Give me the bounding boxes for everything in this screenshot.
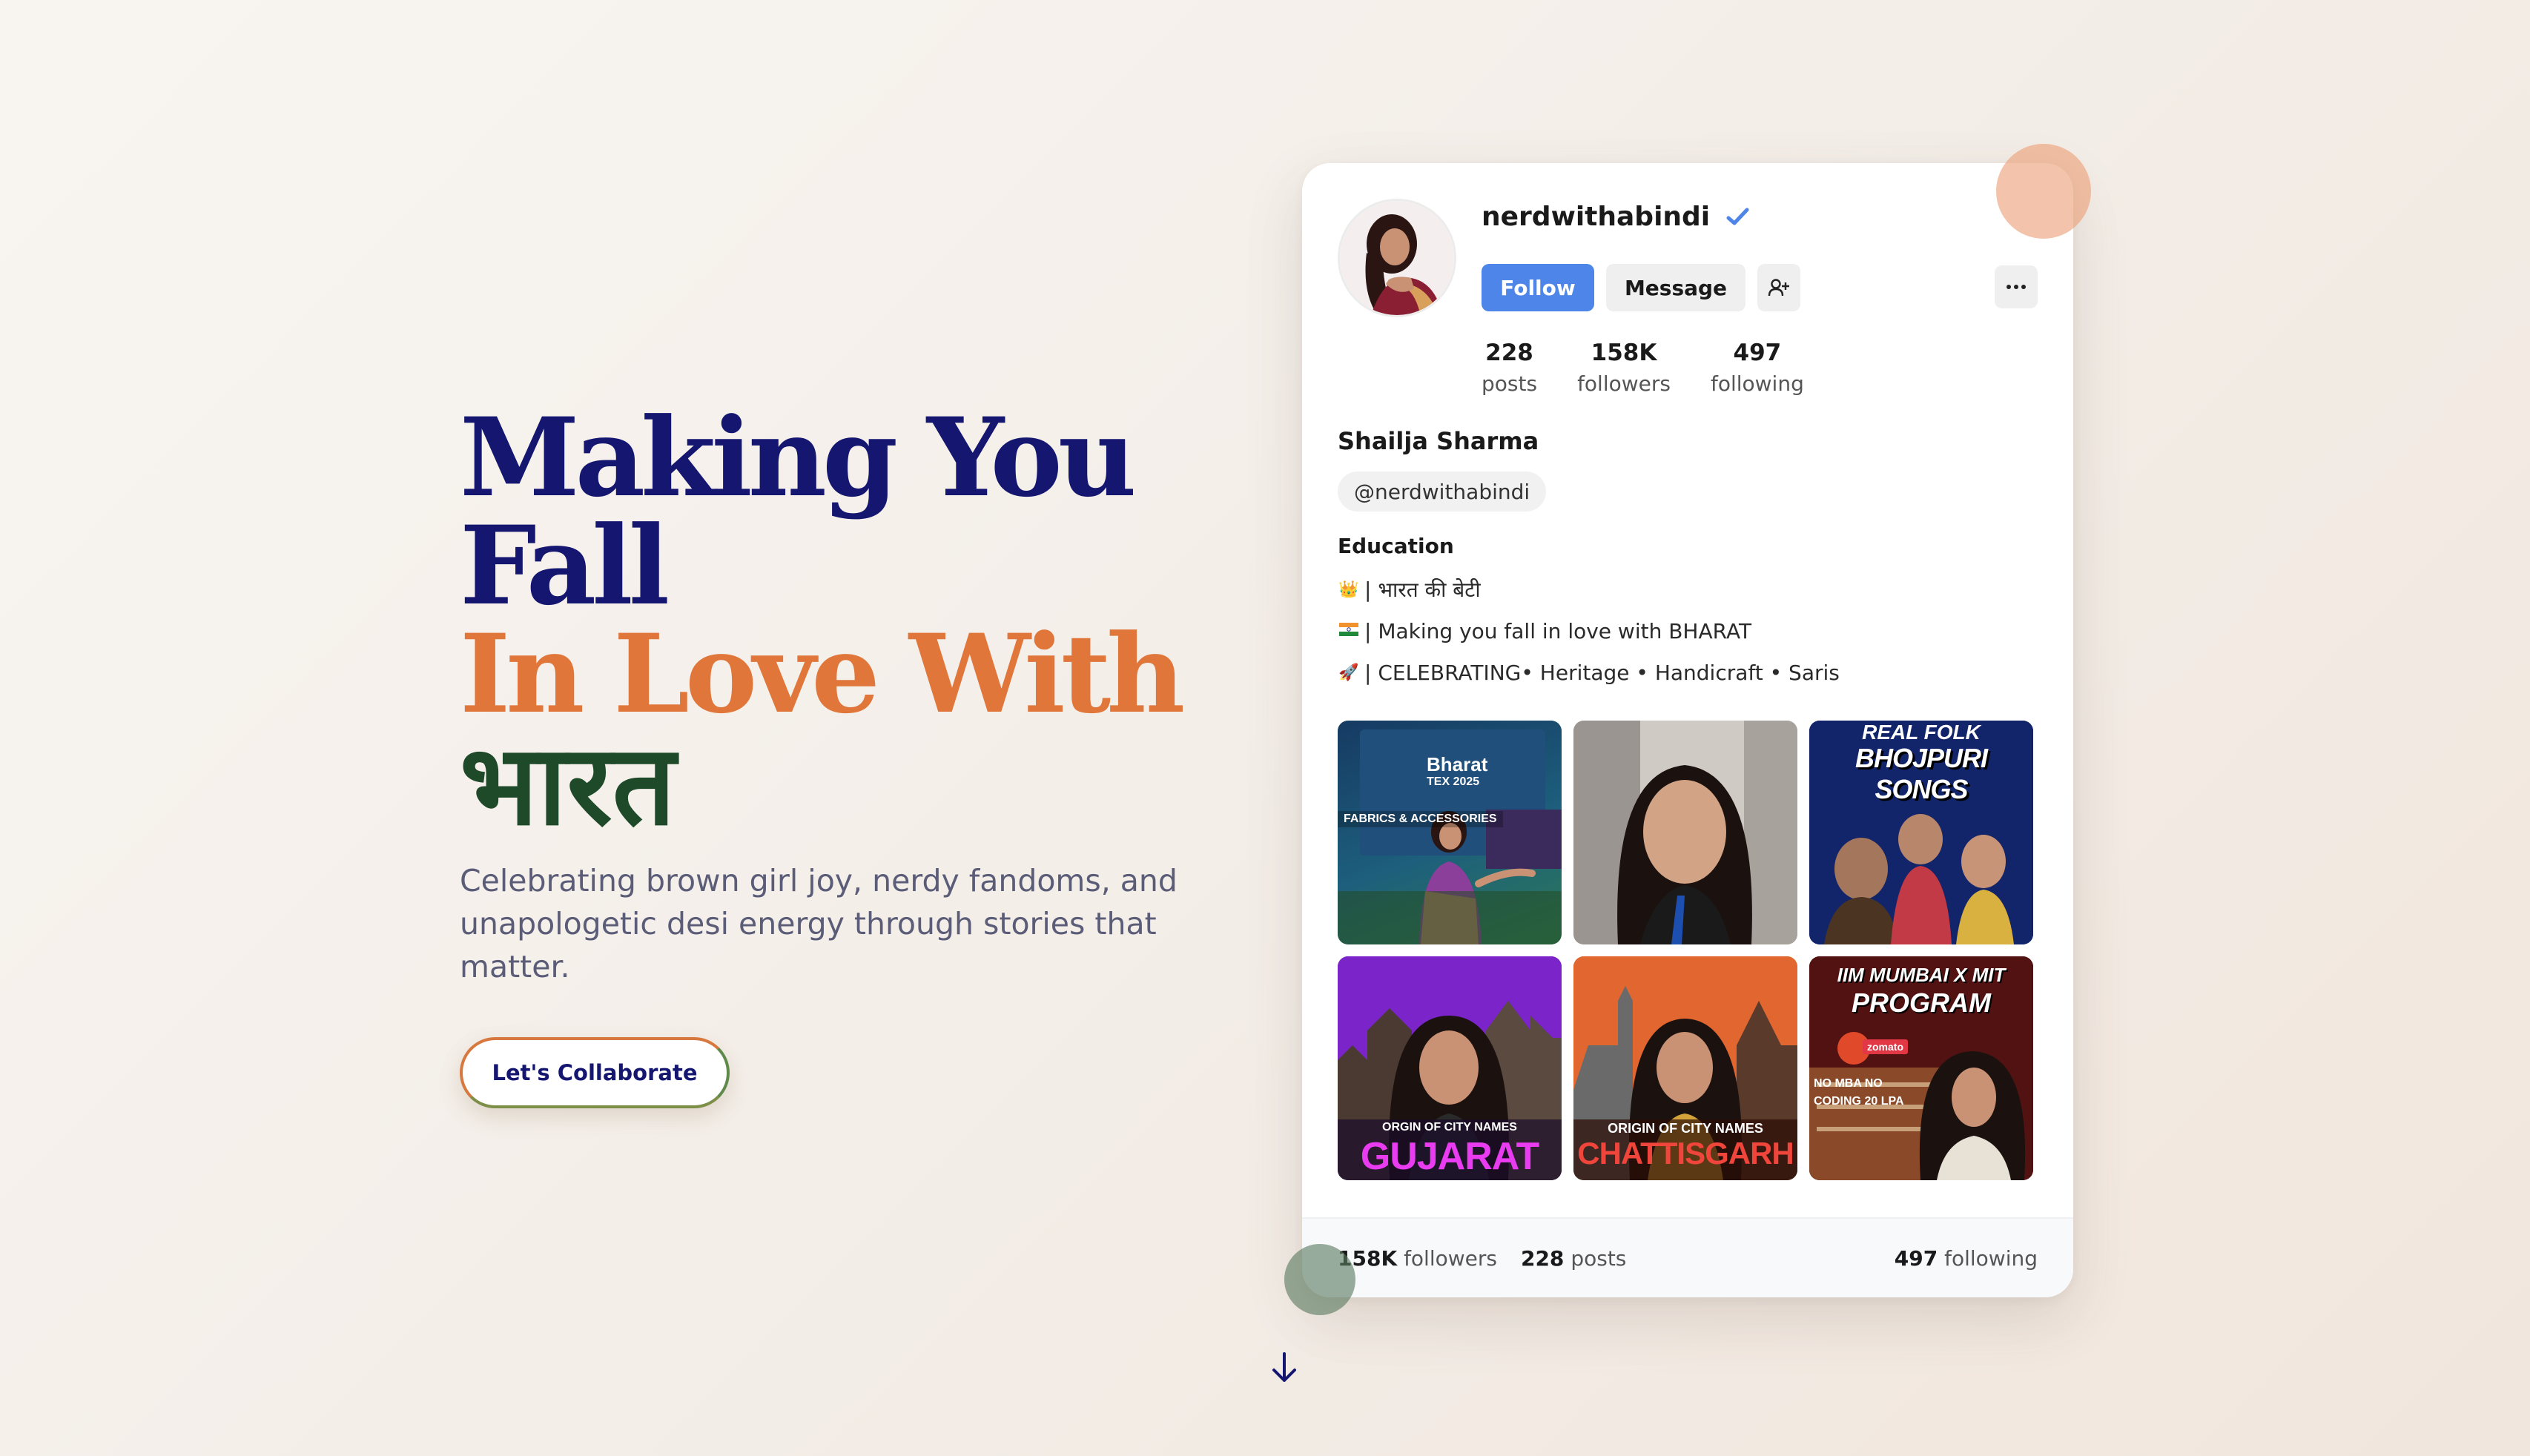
profile-category: Education: [1338, 534, 1454, 558]
profile-footer-stats: 158K followers 228 posts 497 following: [1302, 1217, 2073, 1297]
more-icon: [2007, 285, 2026, 289]
hero-title-line-4: भारत: [460, 720, 676, 850]
footer-posts-label: posts: [1570, 1245, 1627, 1271]
add-user-button[interactable]: [1757, 264, 1800, 311]
post-tile[interactable]: ORIGIN OF CITY NAMES CHATTISGARH: [1573, 956, 1797, 1180]
post-caption: REAL FOLK: [1862, 721, 1981, 744]
decorative-circle-green: [1284, 1244, 1355, 1315]
collaborate-button[interactable]: Let's Collaborate: [460, 1037, 730, 1108]
stat-following[interactable]: 497 following: [1711, 338, 1804, 400]
stat-followers-value: 158K: [1591, 340, 1657, 366]
bio-line: | Making you fall in love with BHARAT: [1338, 611, 1840, 652]
post-tile[interactable]: ORGIN OF CITY NAMES GUJARAT: [1338, 956, 1562, 1180]
post-caption: ORGIN OF CITY NAMES: [1382, 1121, 1517, 1134]
post-caption: PROGRAM: [1852, 987, 1991, 1018]
follow-button[interactable]: Follow: [1482, 264, 1594, 311]
stat-following-label: following: [1710, 371, 1804, 396]
post-caption: FABRICS & ACCESSORIES: [1338, 811, 1503, 827]
stat-following-value: 497: [1733, 340, 1782, 366]
footer-following: 497 following: [1895, 1246, 2038, 1271]
arrow-down-icon[interactable]: [1269, 1349, 1299, 1386]
hero-section: Making You Fall In Love With भारत Celebr…: [460, 404, 1275, 1108]
add-user-icon: [1768, 279, 1789, 297]
post-caption: CHATTISGARH: [1577, 1136, 1794, 1171]
post-tile[interactable]: IIM MUMBAI X MIT PROGRAM zomato NO MBA N…: [1809, 956, 2033, 1180]
profile-bio: 👑 | भारत की बेटी | Making you fall in lo…: [1338, 569, 1840, 694]
hero-title: Making You Fall In Love With भारत: [460, 394, 1275, 850]
more-options-button[interactable]: [1995, 265, 2038, 308]
footer-following-label: following: [1944, 1245, 2038, 1271]
post-caption: GUJARAT: [1360, 1135, 1539, 1178]
rocket-icon: 🚀: [1338, 664, 1359, 682]
footer-left-stats: 158K followers 228 posts: [1338, 1246, 1626, 1271]
post-caption: NO MBA NO CODING 20 LPA: [1814, 1077, 1904, 1108]
footer-followers: 158K followers: [1338, 1246, 1497, 1271]
post-tile[interactable]: Bharat TEX 2025 FABRICS & ACCESSORIES: [1338, 721, 1562, 944]
post-caption: ORIGIN OF CITY NAMES: [1608, 1121, 1763, 1136]
decorative-circle-peach: [1996, 144, 2091, 239]
bio-text: | भारत की बेटी: [1364, 578, 1481, 602]
footer-posts-value: 228: [1520, 1245, 1565, 1271]
stat-posts-label: posts: [1482, 371, 1538, 396]
post-caption: IIM MUMBAI X MIT: [1837, 964, 2006, 986]
bio-text: | CELEBRATING• Heritage • Handicraft • S…: [1364, 661, 1840, 685]
bio-line: 👑 | भारत की बेटी: [1338, 569, 1840, 611]
verified-icon: [1726, 208, 1749, 225]
profile-stats: 228 posts 158K followers 497 following: [1482, 338, 1804, 400]
post-caption: TEX 2025: [1427, 775, 1480, 788]
post-tile[interactable]: [1573, 721, 1797, 944]
hero-title-line-2: Fall: [460, 503, 670, 629]
stat-posts[interactable]: 228 posts: [1482, 338, 1537, 400]
crown-icon: 👑: [1338, 580, 1359, 599]
post-tile[interactable]: REAL FOLK BHOJPURI SONGS: [1809, 721, 2033, 944]
username-row: nerdwithabindi: [1482, 202, 1750, 232]
profile-actions: Follow Message: [1482, 264, 1800, 311]
hero-title-line-1: Making You: [460, 394, 1137, 521]
profile-username[interactable]: nerdwithabindi: [1482, 202, 1710, 232]
message-button[interactable]: Message: [1606, 264, 1745, 311]
footer-posts: 228 posts: [1521, 1246, 1626, 1271]
posts-grid: Bharat TEX 2025 FABRICS & ACCESSORIES RE…: [1338, 721, 2033, 1180]
post-image: [1573, 721, 1797, 944]
zomato-badge: zomato: [1863, 1039, 1908, 1054]
avatar[interactable]: [1338, 199, 1456, 317]
stat-followers[interactable]: 158K followers: [1577, 338, 1671, 400]
india-flag-icon: [1338, 611, 1360, 652]
profile-card: nerdwithabindi Follow Message 228 posts …: [1302, 163, 2073, 1297]
profile-handle[interactable]: @nerdwithabindi: [1338, 471, 1547, 512]
footer-followers-label: followers: [1404, 1245, 1497, 1271]
post-caption: BHOJPURI SONGS: [1854, 743, 1988, 804]
stat-posts-value: 228: [1485, 340, 1533, 366]
hero-subtitle: Celebrating brown girl joy, nerdy fandom…: [460, 863, 1178, 985]
hero-title-line-3: In Love With: [460, 611, 1185, 738]
bio-line: 🚀 | CELEBRATING• Heritage • Handicraft •…: [1338, 652, 1840, 694]
bio-text: | Making you fall in love with BHARAT: [1364, 619, 1752, 643]
avatar-image: [1340, 201, 1454, 315]
post-caption: Bharat: [1427, 753, 1488, 775]
footer-following-value: 497: [1894, 1245, 1938, 1271]
profile-full-name: Shailja Sharma: [1338, 427, 1539, 455]
stat-followers-label: followers: [1577, 371, 1671, 396]
